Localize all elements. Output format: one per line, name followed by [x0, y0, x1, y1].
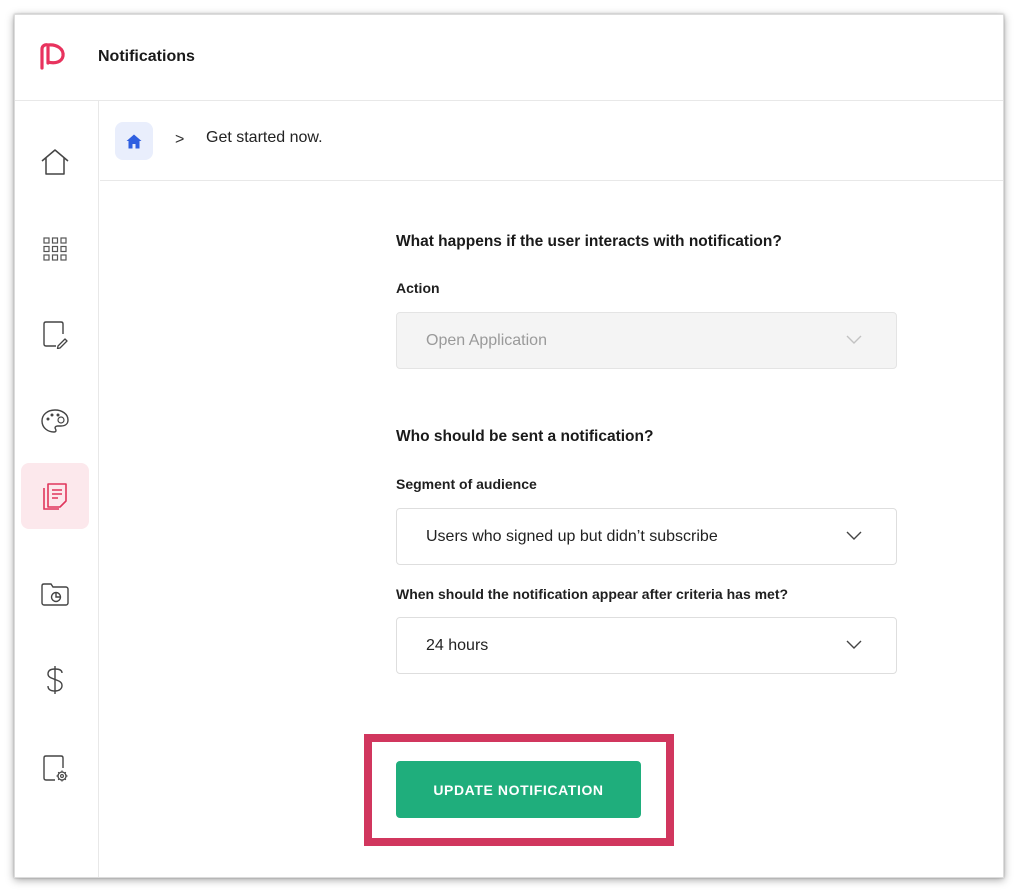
app-window: Notifications > Get started now. What ha… [14, 14, 1004, 878]
sidebar-item-design[interactable] [21, 388, 89, 454]
segment-select-value: Users who signed up but didn’t subscribe [426, 528, 718, 545]
breadcrumb-home-button[interactable] [115, 122, 153, 160]
home-icon [126, 134, 142, 148]
interaction-heading: What happens if the user interacts with … [396, 233, 782, 250]
edit-document-icon [43, 321, 68, 349]
palette-icon [41, 409, 69, 433]
top-bar: Notifications [15, 15, 1003, 101]
notes-icon [43, 483, 67, 510]
update-notification-button[interactable]: UPDATE NOTIFICATION [396, 761, 641, 818]
brand-logo-icon[interactable] [37, 41, 67, 73]
dollar-icon [47, 666, 63, 694]
sidebar-item-settings[interactable] [21, 735, 89, 801]
sidebar-item-apps[interactable] [21, 216, 89, 282]
segment-select[interactable]: Users who signed up but didn’t subscribe [396, 508, 897, 565]
timing-label: When should the notification appear afte… [396, 586, 789, 602]
sidebar-item-analytics[interactable] [21, 561, 89, 627]
folder-chart-icon [41, 583, 69, 606]
timing-select-value: 24 hours [426, 637, 489, 654]
breadcrumb-separator: > [175, 131, 185, 148]
chevron-down-icon [846, 335, 862, 344]
breadcrumb: > Get started now. [100, 101, 1003, 181]
sidebar-item-home[interactable] [21, 129, 89, 195]
home-icon [41, 149, 69, 175]
timing-select[interactable]: 24 hours [396, 617, 897, 674]
action-select-value: Open Application [426, 332, 547, 349]
chevron-down-icon [846, 531, 862, 540]
audience-heading: Who should be sent a notification? [396, 428, 654, 445]
action-label: Action [396, 280, 440, 296]
sidebar [15, 101, 99, 877]
breadcrumb-current[interactable]: Get started now. [206, 129, 323, 147]
sidebar-item-notifications[interactable] [21, 463, 89, 529]
page-title: Notifications [98, 48, 195, 65]
chevron-down-icon [846, 640, 862, 649]
document-settings-icon [43, 755, 68, 782]
sidebar-item-editor[interactable] [21, 301, 89, 367]
action-select[interactable]: Open Application [396, 312, 897, 369]
sidebar-item-billing[interactable] [21, 647, 89, 713]
grid-icon [43, 237, 67, 261]
segment-label: Segment of audience [396, 476, 537, 492]
